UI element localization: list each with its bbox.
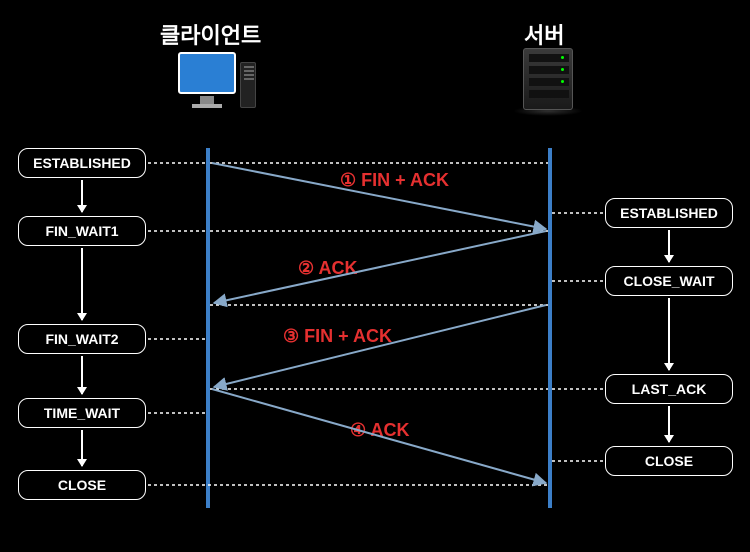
server-state-close: CLOSE [605,446,733,476]
server-timeline [548,148,552,508]
client-state-time-wait: TIME_WAIT [18,398,146,428]
client-state-fin-wait2: FIN_WAIT2 [18,324,146,354]
client-timeline [206,148,210,508]
arrow-icon [81,180,83,212]
arrow-icon [81,356,83,394]
client-computer-icon [178,52,258,112]
client-header-label: 클라이언트 [160,18,261,50]
arrow-icon [81,248,83,320]
server-state-established: ESTABLISHED [605,198,733,228]
message-label-2: ② ACK [298,258,357,279]
message-label-4: ④ ACK [350,420,409,441]
client-state-close: CLOSE [18,470,146,500]
arrow-icon [668,298,670,370]
client-state-established: ESTABLISHED [18,148,146,178]
server-header-label: 서버 [524,18,564,50]
arrow-icon [668,230,670,262]
arrow-icon [81,430,83,466]
server-rack-icon [513,48,583,116]
server-state-last-ack: LAST_ACK [605,374,733,404]
server-state-close-wait: CLOSE_WAIT [605,266,733,296]
arrow-icon [668,406,670,442]
message-label-3: ③ FIN + ACK [283,326,392,347]
client-state-fin-wait1: FIN_WAIT1 [18,216,146,246]
message-label-1: ① FIN + ACK [340,170,449,191]
